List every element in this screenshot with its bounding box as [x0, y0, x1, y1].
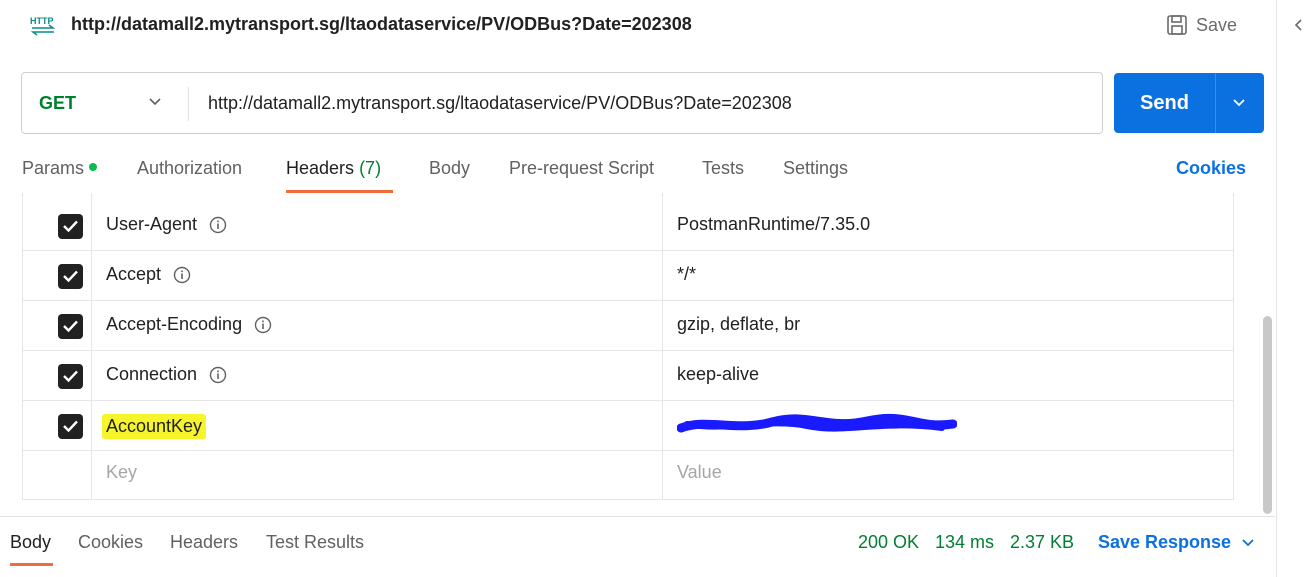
send-button-group: Send: [1114, 73, 1264, 133]
info-icon[interactable]: [209, 216, 227, 234]
method-divider: [188, 87, 189, 121]
right-panel-divider: [1276, 0, 1277, 577]
send-options-chevron-icon[interactable]: [1231, 96, 1247, 110]
response-tab-cookies[interactable]: Cookies: [78, 532, 143, 553]
header-value[interactable]: keep-alive: [677, 364, 759, 385]
new-header-value-input[interactable]: Value: [677, 462, 722, 483]
table-row: AccountKey: [23, 401, 1233, 451]
tab-headers[interactable]: Headers (7): [286, 158, 381, 179]
response-tab-headers[interactable]: Headers: [170, 532, 238, 553]
scrollbar-thumb[interactable]: [1263, 316, 1272, 514]
save-button[interactable]: Save: [1166, 12, 1237, 38]
tab-params-label: Params: [22, 158, 85, 178]
info-icon[interactable]: [209, 366, 227, 384]
method-selector[interactable]: GET: [22, 73, 188, 133]
new-header-key-input[interactable]: Key: [106, 462, 137, 483]
tab-tests[interactable]: Tests: [702, 158, 744, 179]
headers-table: User-Agent PostmanRuntime/7.35.0 Accept …: [22, 193, 1234, 500]
save-response-button[interactable]: Save Response: [1098, 532, 1231, 553]
header-value[interactable]: PostmanRuntime/7.35.0: [677, 214, 870, 235]
info-icon[interactable]: [254, 316, 272, 334]
header-key[interactable]: Accept: [106, 264, 191, 285]
header-value[interactable]: gzip, deflate, br: [677, 314, 800, 335]
header-value[interactable]: */*: [677, 264, 696, 285]
tab-headers-label: Headers: [286, 158, 355, 178]
table-row: User-Agent PostmanRuntime/7.35.0: [23, 201, 1233, 251]
params-indicator-dot: [89, 163, 98, 172]
response-size[interactable]: 2.37 KB: [1010, 532, 1074, 553]
redacted-value-scribble[interactable]: [677, 412, 957, 438]
request-title[interactable]: http://datamall2.mytransport.sg/ltaodata…: [71, 14, 692, 35]
header-checkbox[interactable]: [58, 214, 83, 239]
tab-settings[interactable]: Settings: [783, 158, 848, 179]
request-title-bar: HTTP http://datamall2.mytransport.sg/lta…: [0, 0, 1275, 52]
chevron-down-icon: [149, 98, 161, 106]
send-button[interactable]: Send: [1114, 73, 1215, 133]
tab-params[interactable]: Params: [22, 158, 98, 179]
response-active-tab-indicator: [10, 563, 53, 566]
save-icon: [1167, 15, 1187, 35]
table-row-new: Key Value: [23, 451, 1233, 499]
table-row: Accept-Encoding gzip, deflate, br: [23, 301, 1233, 351]
save-label: Save: [1196, 14, 1238, 35]
header-key[interactable]: User-Agent: [106, 214, 227, 235]
svg-text:HTTP: HTTP: [30, 16, 54, 26]
url-input[interactable]: http://datamall2.mytransport.sg/ltaodata…: [208, 73, 792, 133]
chevron-left-icon[interactable]: [1292, 16, 1304, 34]
header-key-text: Connection: [106, 364, 198, 384]
header-key-text: User-Agent: [106, 214, 198, 234]
response-status[interactable]: 200 OK: [858, 532, 919, 553]
url-bar: GET http://datamall2.mytransport.sg/ltao…: [21, 72, 1103, 134]
response-time[interactable]: 134 ms: [935, 532, 994, 553]
header-checkbox[interactable]: [58, 364, 83, 389]
tab-body[interactable]: Body: [429, 158, 470, 179]
header-key-text-highlighted: AccountKey: [102, 414, 207, 439]
request-tabs: Params Authorization Headers (7) Body Pr…: [0, 148, 1270, 194]
tab-authorization[interactable]: Authorization: [137, 158, 242, 179]
chevron-down-icon[interactable]: [1241, 536, 1255, 550]
http-request-icon: HTTP: [30, 16, 56, 36]
method-label: GET: [39, 92, 77, 113]
headers-count-badge: (7): [359, 158, 382, 178]
header-checkbox[interactable]: [58, 314, 83, 339]
tab-pre-request-script[interactable]: Pre-request Script: [509, 158, 654, 179]
response-divider: [0, 516, 1275, 517]
send-divider: [1215, 73, 1216, 133]
header-key[interactable]: Accept-Encoding: [106, 314, 272, 335]
response-tab-test-results[interactable]: Test Results: [266, 532, 364, 553]
header-key-text: Accept: [106, 264, 162, 284]
table-row: Accept */*: [23, 251, 1233, 301]
header-key[interactable]: Connection: [106, 364, 227, 385]
header-checkbox[interactable]: [58, 414, 83, 439]
table-row: Connection keep-alive: [23, 351, 1233, 401]
header-key-text: Accept-Encoding: [106, 314, 243, 334]
response-tab-body[interactable]: Body: [10, 532, 51, 553]
header-checkbox[interactable]: [58, 264, 83, 289]
header-key[interactable]: AccountKey: [102, 414, 207, 439]
info-icon[interactable]: [173, 266, 191, 284]
cookies-link[interactable]: Cookies: [1176, 158, 1246, 179]
